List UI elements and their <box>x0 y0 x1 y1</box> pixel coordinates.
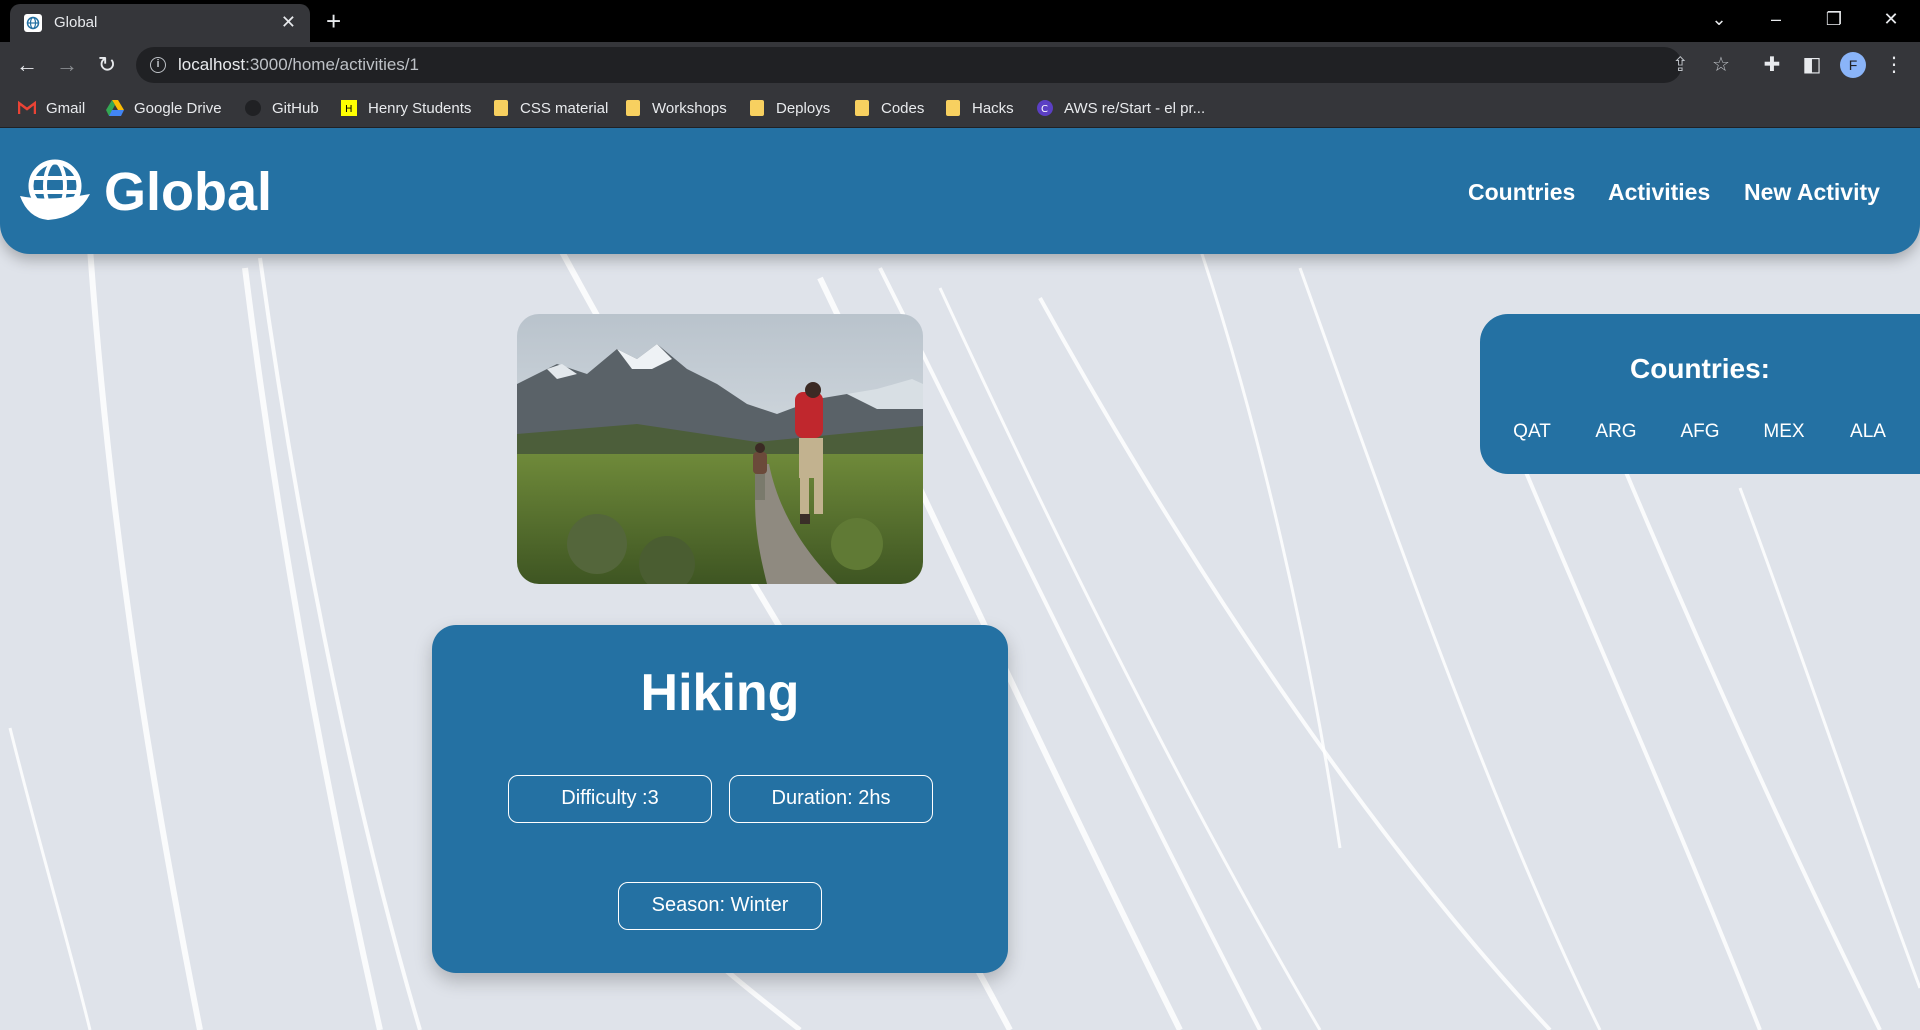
country-link-arg[interactable]: ARG <box>1586 420 1646 444</box>
share-icon[interactable]: ⇪ <box>1672 53 1689 77</box>
extensions-puzzle-icon[interactable]: ✚ <box>1758 52 1786 78</box>
country-link-afg[interactable]: AFG <box>1670 420 1730 444</box>
bookmark-codes[interactable]: Codes <box>855 98 924 118</box>
site-info-icon[interactable]: i <box>150 57 166 73</box>
site-header: Global Countries Activities New Activity <box>0 128 1920 254</box>
close-window-icon[interactable]: ✕ <box>1876 6 1906 32</box>
nav-link-countries[interactable]: Countries <box>1468 178 1575 206</box>
gmail-icon <box>18 100 36 114</box>
difficulty-badge: Difficulty :3 <box>508 775 712 823</box>
page-viewport: Global Countries Activities New Activity <box>0 128 1920 1030</box>
henry-icon: H <box>341 100 357 116</box>
country-link-ala[interactable]: ALA <box>1838 420 1898 444</box>
back-arrow-icon[interactable]: ← <box>12 50 42 80</box>
github-icon <box>245 100 261 116</box>
folder-icon <box>626 100 640 116</box>
bookmark-workshops[interactable]: Workshops <box>626 98 727 118</box>
bookmarks-bar: Gmail Google Drive GitHub H Henry Studen… <box>0 88 1920 128</box>
svg-text:H: H <box>345 104 353 115</box>
restore-window-icon[interactable]: ❐ <box>1819 6 1849 32</box>
country-link-mex[interactable]: MEX <box>1754 420 1814 444</box>
minimize-window-icon[interactable]: – <box>1761 6 1791 32</box>
browser-toolbar: ← → ↻ i localhost:3000/home/activities/1… <box>0 42 1920 88</box>
browser-tab[interactable]: Global ✕ <box>10 4 310 42</box>
bookmark-deploys[interactable]: Deploys <box>750 98 830 118</box>
folder-icon <box>855 100 869 116</box>
countries-panel-title: Countries: <box>1630 353 1770 384</box>
bookmark-aws-restart[interactable]: C AWS re/Start - el pr... <box>1036 98 1205 118</box>
more-menu-icon[interactable]: ⋮ <box>1880 52 1908 78</box>
bookmark-star-icon[interactable]: ☆ <box>1712 53 1730 77</box>
bookmark-github[interactable]: GitHub <box>244 98 319 118</box>
side-panel-icon[interactable]: ◧ <box>1798 52 1826 78</box>
address-bar[interactable]: i localhost:3000/home/activities/1 ⇪ ☆ <box>136 47 1730 83</box>
globe-favicon-icon <box>24 14 42 32</box>
url-text[interactable]: localhost:3000/home/activities/1 <box>178 55 419 75</box>
svg-text:C: C <box>1041 104 1048 115</box>
browser-tab-strip: Global ✕ + ⌄ – ❐ ✕ <box>0 0 1920 42</box>
countries-panel: Countries: QAT ARG AFG MEX ALA <box>1480 314 1920 474</box>
aws-restart-icon: C <box>1037 100 1053 116</box>
bookmark-css-material[interactable]: CSS material <box>494 98 608 118</box>
folder-icon <box>494 100 508 116</box>
bookmark-hacks[interactable]: Hacks <box>946 98 1014 118</box>
activity-photo <box>517 314 923 584</box>
bookmark-google-drive[interactable]: Google Drive <box>106 98 222 118</box>
folder-icon <box>946 100 960 116</box>
profile-avatar[interactable]: F <box>1840 52 1866 78</box>
folder-icon <box>750 100 764 116</box>
tab-search-chevron-icon[interactable]: ⌄ <box>1704 6 1734 32</box>
site-logo-text[interactable]: Global <box>104 162 272 222</box>
duration-badge: Duration: 2hs <box>729 775 933 823</box>
close-tab-icon[interactable]: ✕ <box>281 12 296 32</box>
bookmark-henry-students[interactable]: H Henry Students <box>340 98 471 118</box>
activity-name: Hiking <box>640 664 800 722</box>
activity-detail-card: Hiking Difficulty :3 Duration: 2hs Seaso… <box>432 625 1008 973</box>
reload-icon[interactable]: ↻ <box>92 50 122 80</box>
globe-ship-logo-icon[interactable] <box>18 158 92 222</box>
country-link-qat[interactable]: QAT <box>1502 420 1562 444</box>
nav-link-new-activity[interactable]: New Activity <box>1744 178 1880 206</box>
bookmark-gmail[interactable]: Gmail <box>18 98 85 118</box>
tab-title: Global <box>54 14 98 31</box>
google-drive-icon <box>106 100 124 116</box>
season-badge: Season: Winter <box>618 882 822 930</box>
new-tab-button[interactable]: + <box>326 6 341 36</box>
forward-arrow-icon[interactable]: → <box>52 50 82 80</box>
nav-link-activities[interactable]: Activities <box>1608 178 1710 206</box>
